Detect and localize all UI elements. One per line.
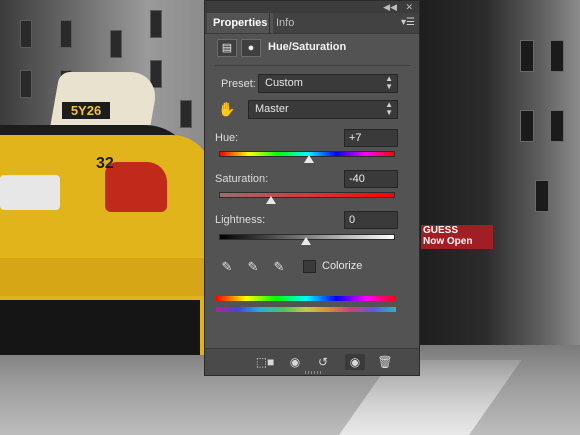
window [520,110,534,142]
lightness-slider-thumb[interactable] [301,237,311,245]
view-previous-state-icon[interactable]: ◉ [285,354,305,370]
adjustment-header: ▤ ● Hue/Saturation [215,39,411,59]
output-color-bar [216,307,396,312]
saturation-label: Saturation: [215,173,269,185]
dropdown-arrows-icon: ▲ ▼ [385,74,393,91]
colorize-label: Colorize [322,260,363,272]
toggle-visibility-icon[interactable]: ◉ [345,354,365,370]
reset-icon[interactable]: ↺ [313,354,333,370]
right-buildings [420,0,580,360]
storefront-sign: GUESS Now Open [421,225,493,249]
window [20,20,32,48]
eyedropper-icon[interactable]: ✎ [219,259,235,275]
panel-menu-icon[interactable]: ▾☰ [401,17,415,28]
taxi-sign-number: 5Y26 [62,102,110,119]
panel-title-strip: ◀◀ ✕ [205,1,419,13]
window [20,70,32,98]
targeted-adjustment-hand-icon[interactable]: ✋ [218,101,236,117]
tab-info[interactable]: Info [269,13,312,33]
taxi-tail-light [105,162,167,212]
adjustment-title: Hue/Saturation [268,41,347,53]
window [60,20,72,48]
clip-to-layer-icon[interactable]: ⬚■ [255,354,275,370]
window [550,40,564,72]
taxi-underside [0,300,200,355]
panel-bottom-toolbar: ⬚■ ◉ ↺ ◉ 🗑 [205,348,419,375]
saturation-slider[interactable] [219,192,395,198]
window [150,10,162,38]
delete-icon[interactable]: 🗑 [375,354,395,370]
saturation-slider-thumb[interactable] [266,196,277,204]
channel-dropdown[interactable]: Master ▲ ▼ [248,100,398,119]
preset-value: Custom [265,77,303,89]
window [550,110,564,142]
properties-panel: ◀◀ ✕ Properties Info ▾☰ ▤ ● Hue/Saturati… [204,0,420,376]
divider [215,65,411,66]
adjustment-layer-icon[interactable]: ▤ [217,39,237,57]
window [180,100,192,128]
taxi-number: 32 [96,155,114,172]
dropdown-arrows-icon: ▲ ▼ [385,100,393,117]
eyedropper-minus-icon[interactable]: ✎ [271,259,287,275]
taxi-license-plate [0,175,60,210]
tab-properties[interactable]: Properties [207,13,273,33]
window [110,30,122,58]
window [520,40,534,72]
channel-value: Master [255,103,289,115]
hue-input[interactable]: +7 [344,129,398,147]
lightness-input[interactable]: 0 [344,211,398,229]
close-icon[interactable]: ✕ [405,1,413,13]
layer-mask-icon[interactable]: ● [241,39,261,57]
window [535,180,549,212]
storefront-sign-line1: GUESS [423,225,459,236]
eyedropper-plus-icon[interactable]: ✎ [245,259,261,275]
double-chevron-right-icon[interactable]: ◀◀ [383,1,397,13]
preset-label: Preset: [221,78,256,90]
preset-dropdown[interactable]: Custom ▲ ▼ [258,74,398,93]
hue-label: Hue: [215,132,239,144]
hue-slider-thumb[interactable] [304,155,315,163]
taxi-bumper [0,258,205,296]
lightness-label: Lightness: [215,214,266,226]
storefront-sign-line2: Now Open [423,236,473,247]
saturation-input[interactable]: -40 [344,170,398,188]
input-color-bar [216,296,396,301]
panel-tabs: Properties Info ▾☰ [205,13,419,34]
resize-grip[interactable] [305,371,323,374]
colorize-checkbox[interactable] [303,260,316,273]
